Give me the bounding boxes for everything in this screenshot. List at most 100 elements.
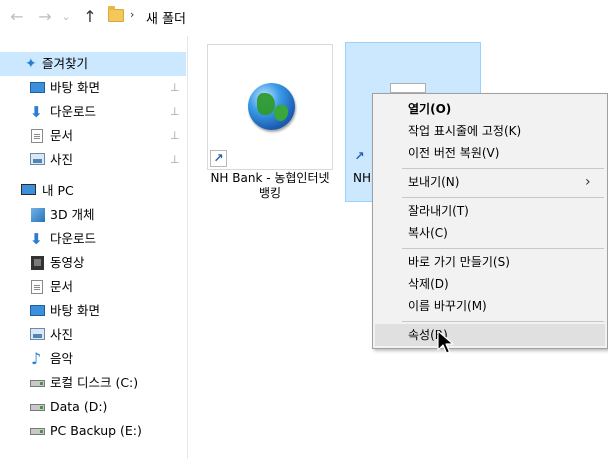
sidebar-item-desktop-pc[interactable]: 바탕 화면 bbox=[0, 299, 186, 323]
disk-icon bbox=[30, 428, 45, 435]
menu-item-properties[interactable]: 속성(R) bbox=[375, 324, 605, 346]
sidebar-item-label: 다운로드 bbox=[50, 231, 97, 246]
sidebar-item-pictures[interactable]: 사진 ⊥ bbox=[0, 148, 186, 172]
chevron-down-icon: ⌄ bbox=[61, 10, 71, 23]
disk-icon bbox=[30, 380, 45, 387]
pane-divider[interactable] bbox=[187, 36, 188, 459]
menu-separator bbox=[402, 197, 604, 198]
file-tile-nh-bank[interactable]: ↗ bbox=[207, 44, 333, 170]
up-arrow-icon: ↑ bbox=[83, 7, 97, 26]
pin-icon: ⊥ bbox=[170, 81, 180, 94]
shortcut-overlay-icon: ↗ bbox=[354, 149, 365, 163]
menu-item-label: 복사(C) bbox=[408, 226, 448, 240]
sidebar-item-local-disk-c[interactable]: 로컬 디스크 (C:) bbox=[0, 371, 186, 395]
star-icon: ✦ bbox=[25, 56, 37, 72]
download-icon: ⬇ bbox=[30, 230, 43, 248]
pin-icon: ⊥ bbox=[170, 129, 180, 142]
menu-item-delete[interactable]: 삭제(D) bbox=[375, 273, 605, 295]
chevron-right-icon: › bbox=[585, 174, 591, 190]
menu-item-restore-versions[interactable]: 이전 버전 복원(V) bbox=[375, 142, 605, 164]
back-arrow-icon: ← bbox=[10, 7, 24, 26]
document-icon bbox=[31, 129, 43, 143]
file-thumbnail bbox=[390, 83, 426, 93]
sidebar-item-music[interactable]: ♪ 음악 bbox=[0, 347, 186, 371]
forward-arrow-icon: → bbox=[38, 7, 52, 26]
sidebar-item-pc-backup-e[interactable]: PC Backup (E:) bbox=[0, 419, 186, 443]
breadcrumb-separator[interactable]: › bbox=[130, 8, 134, 21]
pc-icon bbox=[21, 184, 36, 195]
pictures-icon bbox=[30, 328, 45, 340]
sidebar-item-label: 다운로드 bbox=[50, 104, 97, 119]
sidebar-item-label: PC Backup (E:) bbox=[50, 423, 142, 438]
menu-item-rename[interactable]: 이름 바꾸기(M) bbox=[375, 295, 605, 317]
menu-item-label: 보내기(N) bbox=[408, 175, 460, 189]
menu-item-label: 잘라내기(T) bbox=[408, 204, 469, 218]
sidebar-item-pictures-pc[interactable]: 사진 bbox=[0, 323, 186, 347]
sidebar-item-label: 즐겨찾기 bbox=[42, 56, 89, 71]
sidebar-item-label: 문서 bbox=[50, 128, 74, 143]
menu-separator bbox=[402, 248, 604, 249]
download-icon: ⬇ bbox=[30, 103, 43, 121]
sidebar-item-label: 바탕 화면 bbox=[50, 303, 100, 318]
sidebar-item-label: 음악 bbox=[50, 351, 74, 366]
sidebar-item-documents[interactable]: 문서 ⊥ bbox=[0, 124, 186, 148]
menu-item-open[interactable]: 열기(O) bbox=[375, 98, 605, 120]
sidebar-item-downloads[interactable]: ⬇ 다운로드 ⊥ bbox=[0, 100, 186, 124]
back-button[interactable]: ← bbox=[8, 8, 26, 26]
disk-icon bbox=[30, 404, 45, 411]
sidebar-item-documents-pc[interactable]: 문서 bbox=[0, 275, 186, 299]
video-icon bbox=[31, 256, 44, 270]
menu-item-send-to[interactable]: 보내기(N) › bbox=[375, 171, 605, 193]
up-button[interactable]: ↑ bbox=[81, 8, 99, 26]
forward-button[interactable]: → bbox=[36, 8, 54, 26]
menu-separator bbox=[402, 168, 604, 169]
sidebar-item-label: 3D 개체 bbox=[50, 207, 95, 222]
pin-icon: ⊥ bbox=[170, 153, 180, 166]
desktop-icon bbox=[30, 305, 45, 316]
menu-item-create-shortcut[interactable]: 바로 가기 만들기(S) bbox=[375, 251, 605, 273]
pictures-icon bbox=[30, 153, 45, 165]
menu-item-copy[interactable]: 복사(C) bbox=[375, 222, 605, 244]
menu-item-label: 삭제(D) bbox=[408, 277, 449, 291]
sidebar-item-label: 바탕 화면 bbox=[50, 80, 100, 95]
file-label[interactable]: NH Bank - 농협인터넷뱅킹 bbox=[207, 171, 333, 201]
menu-item-label: 이름 바꾸기(M) bbox=[408, 299, 487, 313]
sidebar-item-this-pc[interactable]: 내 PC bbox=[0, 179, 186, 203]
document-icon bbox=[31, 280, 43, 294]
menu-item-label: 바로 가기 만들기(S) bbox=[408, 255, 510, 269]
sidebar-item-label: 로컬 디스크 (C:) bbox=[50, 375, 139, 390]
pin-icon: ⊥ bbox=[170, 105, 180, 118]
sidebar-item-downloads-pc[interactable]: ⬇ 다운로드 bbox=[0, 227, 186, 251]
address-bar: ← → ⌄ ↑ › 새 폴더 bbox=[0, 0, 608, 36]
context-menu: 열기(O) 작업 표시줄에 고정(K) 이전 버전 복원(V) 보내기(N) ›… bbox=[372, 93, 608, 349]
music-icon: ♪ bbox=[31, 349, 42, 368]
menu-separator bbox=[402, 321, 604, 322]
sidebar-item-label: 사진 bbox=[50, 152, 74, 167]
menu-item-label: 열기(O) bbox=[408, 102, 452, 116]
sidebar-item-videos[interactable]: 동영상 bbox=[0, 251, 186, 275]
sidebar-item-data-d[interactable]: Data (D:) bbox=[0, 395, 186, 419]
menu-item-label: 이전 버전 복원(V) bbox=[408, 146, 500, 160]
sidebar-item-label: 사진 bbox=[50, 327, 74, 342]
breadcrumb-current-folder[interactable]: 새 폴더 bbox=[146, 8, 186, 27]
recent-locations-button[interactable]: ⌄ bbox=[60, 8, 72, 26]
desktop-icon bbox=[30, 82, 45, 93]
sidebar-item-label: 내 PC bbox=[42, 183, 74, 198]
shortcut-overlay-icon: ↗ bbox=[210, 150, 227, 167]
sidebar-item-desktop[interactable]: 바탕 화면 ⊥ bbox=[0, 76, 186, 100]
folder-icon bbox=[108, 6, 124, 22]
sidebar-item-label: Data (D:) bbox=[50, 399, 108, 414]
file-label[interactable]: NH bbox=[353, 171, 371, 185]
sidebar-item-label: 문서 bbox=[50, 279, 74, 294]
navigation-pane: ✦ 즐겨찾기 바탕 화면 ⊥ ⬇ 다운로드 ⊥ 문서 ⊥ 사진 ⊥ 내 PC 3… bbox=[0, 36, 187, 459]
mouse-cursor-icon bbox=[437, 330, 454, 354]
sidebar-item-label: 동영상 bbox=[50, 255, 85, 270]
sidebar-item-3d-objects[interactable]: 3D 개체 bbox=[0, 203, 186, 227]
menu-item-pin-taskbar[interactable]: 작업 표시줄에 고정(K) bbox=[375, 120, 605, 142]
menu-item-label: 작업 표시줄에 고정(K) bbox=[408, 124, 522, 138]
sidebar-item-quick-access[interactable]: ✦ 즐겨찾기 bbox=[0, 52, 186, 76]
address-field[interactable]: › 새 폴더 bbox=[104, 5, 608, 29]
3d-objects-icon bbox=[31, 208, 45, 222]
globe-icon bbox=[248, 83, 295, 130]
menu-item-cut[interactable]: 잘라내기(T) bbox=[375, 200, 605, 222]
